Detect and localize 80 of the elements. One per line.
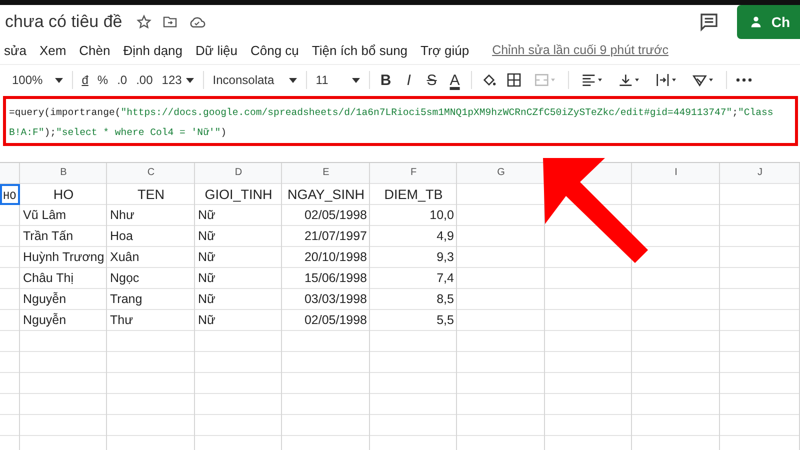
menu-item[interactable]: Định dạng bbox=[123, 42, 183, 58]
table-cell[interactable]: Như bbox=[107, 205, 195, 226]
table-cell[interactable]: GIOI_TINH bbox=[195, 184, 282, 205]
table-cell[interactable]: Huỳnh Trương bbox=[20, 247, 107, 268]
table-cell[interactable]: DIEM_TB bbox=[370, 184, 457, 205]
menu-item[interactable]: Tiện ích bổ sung bbox=[312, 42, 408, 58]
italic-button[interactable]: I bbox=[402, 72, 416, 88]
table-cell[interactable]: Nữ bbox=[195, 289, 282, 310]
table-cell[interactable]: Nữ bbox=[195, 205, 282, 226]
increase-decimals-button[interactable]: .00 bbox=[136, 73, 153, 87]
percent-button[interactable]: % bbox=[97, 73, 108, 87]
decrease-decimals-button[interactable]: .0 bbox=[117, 73, 128, 87]
table-cell[interactable]: Thư bbox=[107, 310, 195, 331]
table-cell[interactable]: TEN bbox=[107, 184, 195, 205]
column-header[interactable]: C bbox=[107, 163, 195, 184]
column-header[interactable]: G bbox=[457, 163, 545, 184]
table-cell[interactable]: NGAY_SINH bbox=[282, 184, 370, 205]
font-size-dropdown[interactable]: 11 bbox=[316, 73, 360, 87]
bold-button[interactable]: B bbox=[378, 72, 393, 88]
last-edit-link[interactable]: Chỉnh sửa lần cuối 9 phút trước bbox=[492, 43, 668, 57]
menu-item[interactable]: Công cụ bbox=[250, 42, 299, 58]
font-dropdown[interactable]: Inconsolata bbox=[212, 73, 297, 87]
table-cell[interactable]: 02/05/1998 bbox=[282, 310, 370, 331]
borders-icon[interactable] bbox=[506, 72, 522, 88]
table-cell[interactable]: Nguyễn bbox=[20, 289, 107, 310]
table-cell[interactable]: Trần Tấn bbox=[20, 226, 107, 247]
table-cell[interactable]: 02/05/1998 bbox=[282, 205, 370, 226]
caret-icon bbox=[352, 78, 360, 82]
menu-item[interactable]: Xem bbox=[39, 42, 66, 58]
caret-icon bbox=[288, 78, 297, 82]
menu-item[interactable]: sửa bbox=[4, 42, 26, 58]
table-cell[interactable]: Nữ bbox=[195, 268, 282, 289]
table-cell[interactable]: Nữ bbox=[195, 226, 282, 247]
currency-button[interactable]: đ bbox=[82, 73, 88, 87]
text-color-button[interactable]: A bbox=[448, 72, 462, 88]
table-cell[interactable]: Nguyễn bbox=[20, 310, 107, 331]
zoom-dropdown[interactable]: 100% bbox=[12, 73, 63, 87]
table-cell[interactable]: Trang bbox=[107, 289, 195, 310]
table-cell[interactable]: Nữ bbox=[195, 310, 282, 331]
fill-color-icon[interactable] bbox=[480, 72, 497, 88]
table-cell[interactable]: Nữ bbox=[195, 247, 282, 268]
menu-item[interactable]: Chèn bbox=[79, 42, 110, 58]
column-header[interactable]: I bbox=[632, 163, 720, 184]
column-header[interactable]: D bbox=[195, 163, 282, 184]
more-icon[interactable] bbox=[736, 77, 752, 83]
formula-field[interactable]: =query(importrange("https://docs.google.com/spreadsheets/d/1a6n7LRioci5sm1MNQ1pXM9hzWCRnCZfC50iZySTeZkc/edit#gid=449113747";"Class B!A:F");"select * where Col4 = 'Nữ'") bbox=[3, 96, 798, 146]
document-title[interactable]: chưa có tiêu đề bbox=[5, 12, 122, 32]
table-cell[interactable]: 15/06/1998 bbox=[282, 268, 370, 289]
move-folder-icon[interactable] bbox=[162, 14, 178, 30]
column-header[interactable]: J bbox=[720, 163, 800, 184]
column-header[interactable]: E bbox=[282, 163, 370, 184]
table-cell[interactable]: Vũ Lâm bbox=[20, 205, 107, 226]
star-icon[interactable] bbox=[136, 14, 152, 30]
caret-icon bbox=[186, 78, 194, 82]
column-header[interactable]: B bbox=[20, 163, 107, 184]
table-cell[interactable]: 10,0 bbox=[370, 205, 457, 226]
strikethrough-button[interactable]: S bbox=[424, 72, 439, 88]
table-cell[interactable]: Châu Thị bbox=[20, 268, 107, 289]
menu-item[interactable]: Trợ giúp bbox=[420, 42, 470, 58]
menu-item[interactable]: Dữ liệu bbox=[196, 42, 238, 58]
column-header[interactable]: F bbox=[370, 163, 457, 184]
table-cell[interactable]: Ngọc bbox=[107, 268, 195, 289]
comment-icon[interactable] bbox=[699, 12, 720, 32]
table-cell[interactable]: 21/07/1997 bbox=[282, 226, 370, 247]
table-cell[interactable]: 03/03/1998 bbox=[282, 289, 370, 310]
table-cell[interactable]: HO bbox=[0, 184, 20, 205]
table-cell[interactable]: 4,9 bbox=[370, 226, 457, 247]
table-cell[interactable]: 9,3 bbox=[370, 247, 457, 268]
table-cell[interactable]: 5,5 bbox=[370, 310, 457, 331]
table-cell[interactable]: 20/10/1998 bbox=[282, 247, 370, 268]
table-cell[interactable]: Xuân bbox=[107, 247, 195, 268]
person-icon bbox=[749, 15, 764, 29]
table-cell[interactable]: Hoa bbox=[107, 226, 195, 247]
format-dropdown[interactable]: 123 bbox=[162, 73, 194, 87]
table-cell[interactable]: 7,4 bbox=[370, 268, 457, 289]
caret-icon bbox=[54, 78, 63, 82]
table-cell[interactable]: 8,5 bbox=[370, 289, 457, 310]
table-cell[interactable]: HO bbox=[20, 184, 107, 205]
cloud-check-icon[interactable] bbox=[188, 14, 206, 30]
share-button[interactable]: Ch bbox=[737, 5, 800, 39]
